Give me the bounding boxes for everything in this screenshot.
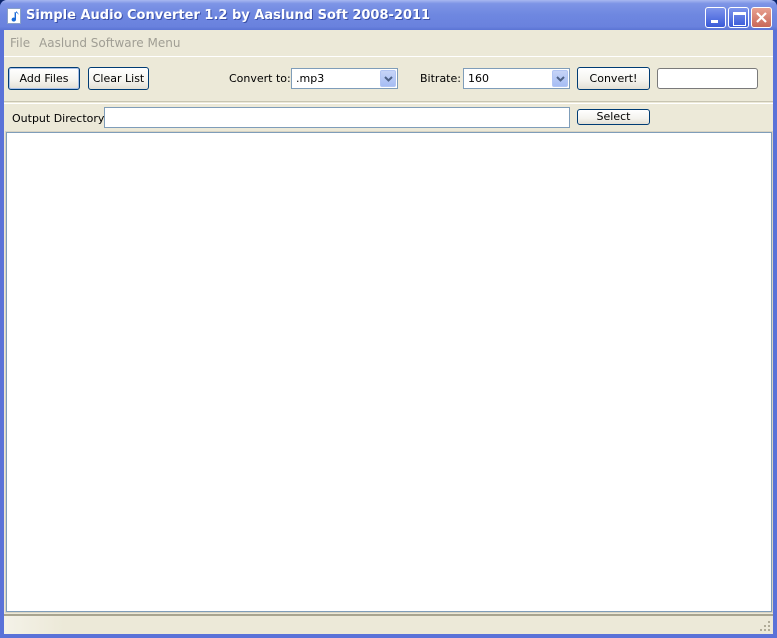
menu-aaslund-software[interactable]: Aaslund Software Menu bbox=[39, 36, 180, 50]
minimize-button[interactable] bbox=[705, 7, 726, 28]
convert-button[interactable]: Convert! bbox=[577, 67, 650, 90]
maximize-button[interactable] bbox=[728, 7, 749, 28]
progress-field bbox=[657, 68, 758, 89]
chevron-down-icon bbox=[556, 76, 565, 82]
toolbar: Add Files Clear List Convert to: .mp3 Bi… bbox=[4, 56, 773, 102]
window-title: Simple Audio Converter 1.2 by Aaslund So… bbox=[26, 8, 431, 23]
clear-list-button[interactable]: Clear List bbox=[88, 67, 149, 90]
add-files-button[interactable]: Add Files bbox=[8, 67, 80, 90]
title-bar[interactable]: Simple Audio Converter 1.2 by Aaslund So… bbox=[0, 0, 777, 30]
client-area: File Aaslund Software Menu Add Files Cle… bbox=[4, 30, 773, 634]
chevron-down-icon bbox=[384, 76, 393, 82]
music-note-icon[interactable] bbox=[7, 8, 21, 24]
select-directory-button[interactable]: Select bbox=[577, 109, 650, 125]
menu-bar: File Aaslund Software Menu bbox=[4, 30, 773, 55]
close-button[interactable] bbox=[751, 7, 772, 28]
format-select[interactable]: .mp3 bbox=[291, 68, 398, 89]
file-list[interactable] bbox=[6, 132, 772, 612]
bitrate-label: Bitrate: bbox=[420, 72, 461, 85]
format-value: .mp3 bbox=[296, 72, 325, 85]
format-dropdown-button[interactable] bbox=[380, 70, 396, 87]
bitrate-value: 160 bbox=[468, 72, 489, 85]
close-icon bbox=[756, 12, 767, 23]
output-directory-input[interactable] bbox=[104, 107, 570, 128]
resize-grip-icon[interactable] bbox=[759, 620, 771, 632]
bitrate-dropdown-button[interactable] bbox=[552, 70, 568, 87]
app-window: Simple Audio Converter 1.2 by Aaslund So… bbox=[0, 0, 777, 638]
bitrate-select[interactable]: 160 bbox=[463, 68, 570, 89]
status-bar bbox=[4, 614, 773, 634]
output-directory-row: Output Directory: Select bbox=[4, 103, 773, 133]
output-directory-label: Output Directory: bbox=[12, 112, 108, 125]
convert-to-label: Convert to: bbox=[229, 72, 291, 85]
menu-file[interactable]: File bbox=[10, 36, 30, 50]
